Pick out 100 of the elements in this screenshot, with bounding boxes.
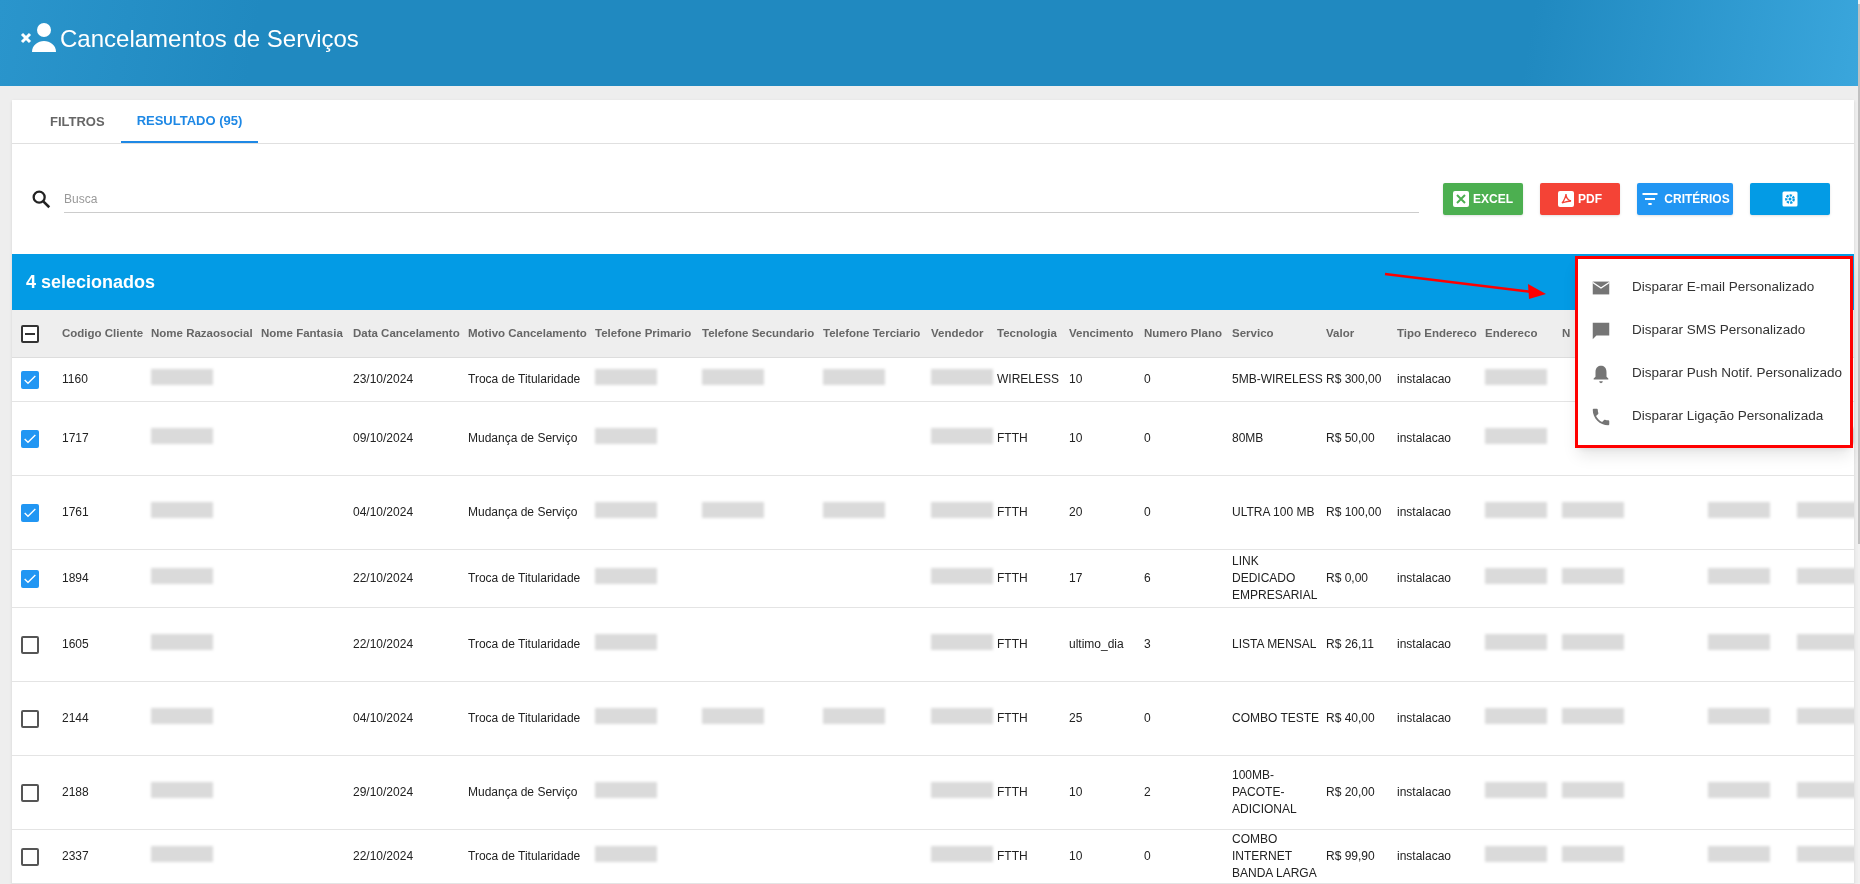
checkbox[interactable]: [21, 847, 39, 866]
tab[interactable]: RESULTADO (95): [120, 100, 259, 143]
pdf-button[interactable]: PDF: [1540, 183, 1620, 215]
table-cell: 10: [1069, 372, 1083, 386]
blurred-text: [1485, 634, 1547, 650]
column-header[interactable]: Motivo Cancelamento: [468, 326, 587, 339]
criteria-button[interactable]: CRITÉRIOS: [1637, 183, 1733, 215]
table-cell: Troca de Titularidade: [468, 372, 581, 386]
table-cell: 22/10/2024: [353, 637, 414, 651]
checkbox[interactable]: [21, 783, 39, 802]
blurred-text: [1562, 502, 1624, 518]
blurred-text: [823, 502, 885, 518]
menu-item[interactable]: Disparar Push Notif. Personalizado: [1578, 352, 1850, 395]
checkbox[interactable]: [21, 503, 39, 522]
table-cell: FTTH: [997, 431, 1028, 445]
menu-item[interactable]: Disparar E-mail Personalizado: [1578, 266, 1850, 309]
table-cell: 2144: [62, 711, 89, 725]
menu-item[interactable]: Disparar Ligação Personalizada: [1578, 395, 1850, 438]
blurred-text: [151, 369, 213, 385]
column-header[interactable]: Vencimento: [1069, 326, 1134, 339]
settings-icon: [1781, 190, 1799, 208]
table-cell: instalacao: [1397, 711, 1452, 725]
column-header[interactable]: Codigo Cliente: [62, 326, 144, 339]
blurred-text: [1708, 708, 1770, 724]
column-header[interactable]: Data Cancelamento: [353, 326, 460, 339]
blurred-text: [1562, 568, 1624, 584]
blurred-text: [702, 502, 764, 518]
blurred-text: [1562, 634, 1624, 650]
table-cell: FTTH: [997, 505, 1028, 519]
blurred-text: [1485, 568, 1547, 584]
table-cell: 100MB-PACOTE-ADICIONAL: [1232, 768, 1297, 816]
column-header[interactable]: Numero Plano: [1144, 326, 1222, 339]
table-cell: FTTH: [997, 849, 1028, 863]
table-cell: 20: [1069, 505, 1083, 519]
blurred-text: [1708, 502, 1770, 518]
table-cell: 6: [1144, 571, 1151, 585]
blurred-text: [931, 568, 993, 584]
blurred-text: [151, 846, 213, 862]
blurred-text: [823, 369, 885, 385]
blurred-text: [595, 708, 657, 724]
table-cell: COMBO INTERNET BANDA LARGA: [1232, 832, 1317, 880]
column-header[interactable]: Tecnologia: [997, 326, 1057, 339]
blurred-text: [1485, 502, 1547, 518]
checkbox[interactable]: [21, 569, 39, 588]
blurred-text: [1797, 568, 1854, 584]
table-cell: LINK DEDICADO EMPRESARIAL: [1232, 554, 1318, 602]
select-all-checkbox[interactable]: [21, 324, 39, 343]
excel-button[interactable]: EXCEL: [1443, 183, 1523, 215]
blurred-text: [1485, 708, 1547, 724]
blurred-text: [595, 428, 657, 444]
blurred-text: [595, 568, 657, 584]
blurred-text: [1562, 708, 1624, 724]
column-header[interactable]: Telefone Primario: [595, 326, 692, 339]
table-cell: 3: [1144, 637, 1151, 651]
settings-button[interactable]: [1750, 183, 1830, 215]
blurred-text: [595, 502, 657, 518]
table-cell: 22/10/2024: [353, 571, 414, 585]
table-cell: 29/10/2024: [353, 785, 414, 799]
table-cell: 1717: [62, 431, 89, 445]
table-cell: Troca de Titularidade: [468, 571, 581, 585]
checkbox[interactable]: [21, 635, 39, 654]
table-cell: 0: [1144, 431, 1151, 445]
blurred-text: [151, 782, 213, 798]
table-cell: 2: [1144, 785, 1151, 799]
table-cell: 04/10/2024: [353, 505, 414, 519]
table-cell: 1160: [62, 372, 88, 386]
column-header[interactable]: Nome Razaosocial: [151, 326, 253, 339]
spreadsheet-icon: [1453, 191, 1469, 207]
column-header[interactable]: Vendedor: [931, 326, 984, 339]
blurred-text: [1708, 846, 1770, 862]
table-cell: R$ 20,00: [1326, 785, 1375, 799]
checkbox[interactable]: [21, 709, 39, 728]
search-field[interactable]: Busca: [64, 185, 1419, 213]
table-cell: 22/10/2024: [353, 849, 414, 863]
column-header[interactable]: Telefone Secundario: [702, 326, 815, 339]
checkbox[interactable]: [21, 429, 39, 448]
column-header[interactable]: Tipo Endereco: [1397, 326, 1477, 339]
blurred-text: [1708, 568, 1770, 584]
table-cell: 0: [1144, 372, 1151, 386]
column-header[interactable]: Valor: [1326, 326, 1355, 339]
column-header[interactable]: Nome Fantasia: [261, 326, 343, 339]
table-cell: R$ 0,00: [1326, 571, 1369, 585]
table-cell: instalacao: [1397, 372, 1452, 386]
column-header[interactable]: N: [1562, 326, 1571, 339]
table-cell: R$ 50,00: [1326, 431, 1375, 445]
table-cell: R$ 26,11: [1326, 637, 1374, 651]
column-header[interactable]: Servico: [1232, 326, 1274, 339]
blurred-text: [1562, 846, 1624, 862]
column-header[interactable]: Telefone Terciario: [823, 326, 921, 339]
table-cell: 10: [1069, 849, 1083, 863]
table-cell: WIRELESS: [997, 372, 1059, 386]
blurred-text: [931, 428, 993, 444]
table-cell: 17: [1069, 571, 1083, 585]
column-header[interactable]: Endereco: [1485, 326, 1538, 339]
blurred-text: [1708, 634, 1770, 650]
table-cell: 10: [1069, 431, 1083, 445]
tab[interactable]: FILTROS: [34, 100, 121, 143]
checkbox[interactable]: [21, 370, 39, 389]
blurred-text: [151, 502, 213, 518]
menu-item[interactable]: Disparar SMS Personalizado: [1578, 309, 1850, 352]
